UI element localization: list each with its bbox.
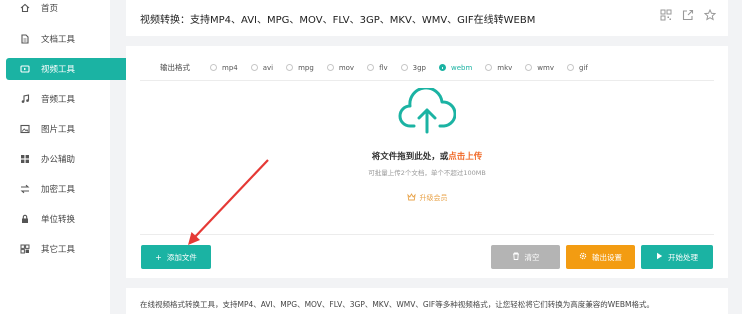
sidebar-item-label: 文档工具: [41, 35, 76, 45]
lock-icon: [20, 214, 30, 224]
document-icon: [20, 34, 30, 44]
cloud-upload-icon[interactable]: [398, 86, 457, 134]
sidebar-item-label: 其它工具: [41, 245, 76, 255]
divider: [140, 234, 714, 235]
video-icon: [20, 64, 30, 74]
image-icon: [20, 124, 30, 134]
tool-description: 在线视频格式转换工具，支持MP4、AVI、MPG、MOV、FLV、3GP、MKV…: [126, 288, 728, 314]
grid-icon: [20, 244, 30, 254]
crown-icon: [406, 193, 416, 203]
sidebar-item-label: 加密工具: [41, 185, 76, 195]
page-title: 视频转换：支持MP4、AVI、MPG、MOV、FLV、3GP、MKV、WMV、G…: [140, 14, 536, 26]
sidebar-item-video[interactable]: 视频工具: [6, 58, 134, 80]
radio-icon: [485, 64, 493, 71]
header-actions: [659, 8, 716, 21]
radio-icon: [326, 64, 334, 71]
play-icon: [656, 252, 663, 262]
start-processing-button[interactable]: 开始处理: [641, 245, 713, 269]
converter-card: 输出格式 mp4 avi mpg mov flv 3gp webm mkv wm…: [126, 46, 728, 278]
radio-icon: [250, 64, 258, 71]
sidebar-item-office[interactable]: 办公辅助: [6, 148, 134, 170]
share-icon[interactable]: [681, 8, 694, 21]
trash-icon: [512, 252, 520, 262]
add-file-button[interactable]: + 添加文件: [141, 245, 211, 269]
clear-button[interactable]: 清空: [491, 245, 560, 269]
format-selector: 输出格式 mp4 avi mpg mov flv 3gp webm mkv wm…: [160, 62, 601, 73]
apps-icon: [20, 154, 30, 164]
radio-icon: [400, 64, 408, 71]
sidebar-item-audio[interactable]: 音频工具: [6, 88, 134, 110]
format-option-gif[interactable]: gif: [566, 64, 588, 72]
sidebar-item-home[interactable]: 首页: [6, 0, 134, 19]
format-option-avi[interactable]: avi: [250, 64, 273, 72]
format-option-3gp[interactable]: 3gp: [400, 64, 426, 72]
sidebar-item-label: 首页: [41, 4, 59, 14]
radio-icon: [367, 64, 375, 71]
format-option-mov[interactable]: mov: [326, 64, 354, 72]
format-option-mpg[interactable]: mpg: [286, 64, 314, 72]
format-option-wmv[interactable]: wmv: [525, 64, 554, 72]
swap-icon: [20, 184, 30, 194]
divider: [140, 80, 714, 81]
sidebar-item-label: 办公辅助: [41, 155, 76, 165]
format-option-flv[interactable]: flv: [367, 64, 388, 72]
format-label: 输出格式: [160, 63, 190, 72]
radio-icon: [210, 64, 217, 71]
upload-link[interactable]: 点击上传: [448, 152, 482, 162]
radio-icon: [286, 64, 294, 71]
radio-icon: [525, 64, 533, 71]
format-option-mkv[interactable]: mkv: [485, 64, 512, 72]
music-icon: [20, 94, 30, 104]
sidebar-item-label: 图片工具: [41, 125, 76, 135]
qrcode-icon[interactable]: [659, 8, 672, 21]
output-settings-button[interactable]: 输出设置: [566, 245, 635, 269]
format-option-webm[interactable]: webm: [438, 64, 472, 72]
radio-selected-icon: [438, 64, 446, 71]
gear-icon: [579, 252, 587, 262]
format-option-mp4[interactable]: mp4: [210, 64, 238, 72]
upload-hint: 可批量上传2个文档，单个不超过100MB: [368, 169, 486, 177]
home-icon: [20, 3, 30, 13]
sidebar-item-label: 视频工具: [41, 65, 76, 75]
sidebar-item-label: 音频工具: [41, 95, 76, 105]
plus-icon: +: [155, 252, 162, 262]
sidebar-item-images[interactable]: 图片工具: [6, 118, 134, 140]
upgrade-vip-link[interactable]: 升级会员: [126, 193, 728, 203]
sidebar-item-other[interactable]: 其它工具: [6, 238, 134, 260]
drop-zone-text[interactable]: 将文件拖到此处，或点击上传: [126, 150, 728, 162]
sidebar-item-label: 单位转换: [41, 215, 76, 225]
sidebar-item-units[interactable]: 单位转换: [6, 208, 134, 230]
radio-icon: [566, 64, 574, 71]
page-header: 视频转换：支持MP4、AVI、MPG、MOV、FLV、3GP、MKV、WMV、G…: [126, 0, 728, 36]
star-icon[interactable]: [703, 8, 716, 21]
sidebar: 首页 文档工具 视频工具 音频工具 图片工具 办公辅助 加密工具 单位转换 其它…: [0, 0, 134, 314]
sidebar-item-documents[interactable]: 文档工具: [6, 28, 134, 50]
sidebar-item-encrypt[interactable]: 加密工具: [6, 178, 134, 200]
